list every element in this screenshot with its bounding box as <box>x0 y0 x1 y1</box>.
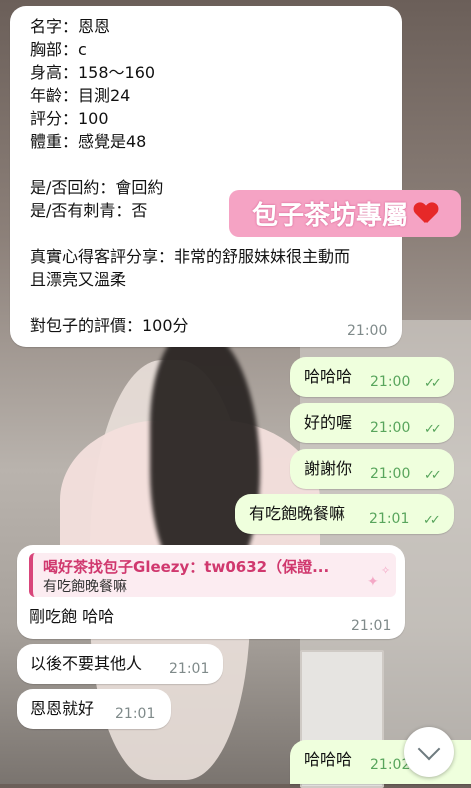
sticker-text: 包子茶坊專屬 <box>251 201 408 231</box>
heart-icon <box>414 203 438 225</box>
sent-message-bubble[interactable]: 謝謝你 21:00 ✓✓ <box>290 449 454 489</box>
message-text: 好的喔 <box>304 413 353 432</box>
message-time: 21:00 <box>370 374 411 390</box>
double-check-icon: ✓✓ <box>424 376 442 391</box>
double-check-icon: ✓✓ <box>424 422 442 437</box>
message-text: 哈哈哈 <box>304 750 353 769</box>
double-check-icon: ✓✓ <box>424 468 442 483</box>
message-time: 21:01 <box>169 661 210 677</box>
profile-line <box>30 153 350 176</box>
reply-message-bubble[interactable]: 喝好茶找包子Gleezy：tw0632（保證... 有吃飽晚餐嘛 ✦ ✧ 剛吃飽… <box>17 545 405 639</box>
message-time: 21:00 <box>370 420 411 436</box>
watermark-sticker: 包子茶坊專屬 <box>229 190 461 237</box>
profile-line: 且漂亮又溫柔 <box>30 270 127 289</box>
message-text: 以後不要其他人 <box>30 654 143 673</box>
profile-message-text: 名字：恩恩 胸部：c 身高：158～160 年齡：目測24 評分：100 體重：… <box>30 15 350 337</box>
double-check-icon: ✓✓ <box>423 513 441 528</box>
message-text: 有吃飽晚餐嘛 <box>249 504 346 523</box>
message-time: 21:01 <box>115 706 156 722</box>
message-text: 謝謝你 <box>304 459 353 478</box>
quoted-message[interactable]: 喝好茶找包子Gleezy：tw0632（保證... 有吃飽晚餐嘛 ✦ ✧ <box>29 553 396 597</box>
message-time: 21:01 <box>351 618 392 634</box>
profile-line: 身高：158～160 <box>30 63 156 82</box>
sent-message-bubble[interactable]: 有吃飽晚餐嘛 21:01 ✓✓ <box>235 494 454 534</box>
sent-message-bubble[interactable]: 哈哈哈 21:00 ✓✓ <box>290 357 454 397</box>
message-time: 21:01 <box>369 511 410 527</box>
profile-line: 體重：感覺是48 <box>30 132 147 151</box>
profile-line: 胸部：c <box>30 40 87 59</box>
profile-line: 年齡：目測24 <box>30 86 131 105</box>
sparkle-icon: ✦ <box>367 574 379 590</box>
message-text: 哈哈哈 <box>304 367 353 386</box>
message-time: 21:00 <box>347 323 388 339</box>
chevron-down-icon <box>417 737 441 761</box>
profile-line: 名字：恩恩 <box>30 17 111 36</box>
message-text: 恩恩就好 <box>30 699 95 718</box>
profile-message-bubble[interactable]: 名字：恩恩 胸部：c 身高：158～160 年齡：目測24 評分：100 體重：… <box>10 6 402 347</box>
sent-message-bubble[interactable]: 好的喔 21:00 ✓✓ <box>290 403 454 443</box>
scroll-down-button[interactable] <box>404 727 454 777</box>
message-text: 剛吃飽 哈哈 <box>29 607 115 626</box>
sparkle-icon: ✧ <box>381 564 391 577</box>
message-time: 21:00 <box>370 466 411 482</box>
profile-line <box>30 291 350 314</box>
profile-line: 對包子的評價：100分 <box>30 316 189 335</box>
received-message-bubble[interactable]: 以後不要其他人 21:01 <box>17 644 223 684</box>
profile-line: 評分：100 <box>30 109 109 128</box>
profile-line: 真實心得客評分享：非常的舒服妹妹很主動而 <box>30 247 351 266</box>
quoted-text: 有吃飽晚餐嘛 <box>43 579 127 595</box>
received-message-bubble[interactable]: 恩恩就好 21:01 <box>17 689 171 729</box>
